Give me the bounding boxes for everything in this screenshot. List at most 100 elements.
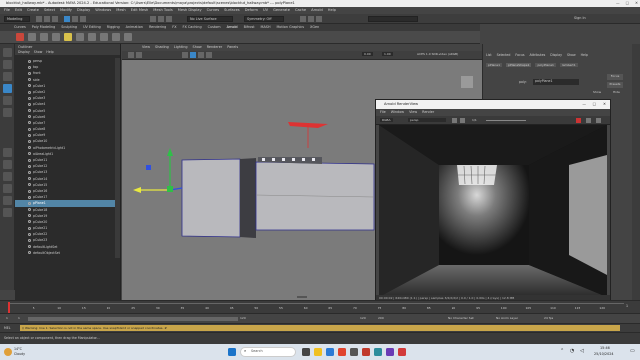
sign-in-link[interactable]: Sign In (574, 16, 586, 20)
notification-icon[interactable]: ▭ (630, 348, 635, 354)
photometric-light-icon[interactable] (52, 33, 60, 41)
single-layout-icon[interactable] (3, 148, 12, 157)
camera-select-icon[interactable] (128, 52, 134, 58)
outliner-layout-icon[interactable] (3, 184, 12, 193)
vp-menu-view[interactable]: View (142, 44, 150, 51)
outliner-menu-help[interactable]: Help (46, 50, 53, 54)
range-mid-field[interactable]: 120 (240, 316, 246, 320)
anim-layer-dropdown[interactable]: No Anim Layer (496, 316, 518, 320)
taskbar-time[interactable]: 15:46 (600, 346, 610, 350)
command-language[interactable]: MEL (4, 326, 11, 330)
node-search-field[interactable] (368, 16, 418, 22)
ae-menu-selected[interactable]: Selected (497, 53, 511, 57)
shelf-tab-mash[interactable]: MASH (261, 24, 271, 31)
camera-attr-icon[interactable] (136, 52, 142, 58)
ae-menu-display[interactable]: Display (550, 53, 562, 57)
textured-icon[interactable] (198, 52, 204, 58)
range-bar[interactable] (28, 317, 238, 321)
renderview-close[interactable]: ✕ (603, 100, 606, 109)
object-mode-icon[interactable] (72, 16, 78, 22)
colorspace-dropdown[interactable]: ACES 1.0 SDR-video (sRGB) (417, 52, 477, 56)
rv-menu-window[interactable]: Window (391, 109, 404, 116)
rv-exposure-slider[interactable] (486, 120, 526, 121)
speaker-icon[interactable]: ◁ (580, 348, 584, 354)
smooth-shade-icon[interactable] (190, 52, 196, 58)
outliner-toggle-icon[interactable] (3, 208, 12, 217)
rv-camera-dropdown[interactable]: persp (408, 117, 446, 122)
outliner-menu-display[interactable]: Display (18, 50, 30, 54)
menu-mesh-tools[interactable]: Mesh Tools (153, 7, 172, 14)
menu-help[interactable]: Help (328, 7, 336, 14)
rv-refresh-icon[interactable] (586, 118, 591, 123)
mesh-light-icon[interactable] (40, 33, 48, 41)
wireframe-icon[interactable] (182, 52, 188, 58)
menu-cache[interactable]: Cache (295, 7, 306, 14)
ae-menu-list[interactable]: List (486, 53, 492, 57)
lights-icon[interactable] (206, 52, 212, 58)
minimize-button[interactable]: — (616, 0, 620, 7)
maya-taskbar-icon[interactable] (374, 348, 382, 356)
rotate-tool-icon[interactable] (3, 96, 12, 105)
workspace-dropdown[interactable]: Modeling (4, 16, 30, 22)
select-mode-icon[interactable] (64, 16, 70, 22)
rv-settings-icon[interactable] (596, 118, 601, 123)
manip-plane-handle[interactable] (146, 165, 151, 170)
exposure-field[interactable]: 0.00 (362, 52, 373, 56)
edge-icon[interactable] (326, 348, 334, 356)
rv-snapshot-icon[interactable] (452, 118, 457, 123)
ae-focus-button[interactable]: Focus (607, 74, 623, 80)
component-mode-icon[interactable] (80, 16, 86, 22)
weather-desc[interactable]: Cloudy (14, 352, 25, 356)
windows-start-icon[interactable] (228, 348, 236, 356)
new-scene-icon[interactable] (36, 16, 42, 22)
rv-menu-view[interactable]: View (409, 109, 417, 116)
shelf-tab-fx[interactable]: FX (172, 24, 176, 31)
range-inner-start-field[interactable]: 1 (18, 316, 20, 320)
shelf-tab-poly-modeling[interactable]: Poly Modeling (32, 24, 55, 31)
paint-select-icon[interactable] (3, 72, 12, 81)
standin-icon[interactable] (112, 33, 120, 41)
menu-arnold[interactable]: Arnold (311, 7, 323, 14)
ae-hide-button[interactable]: Hide (613, 90, 620, 94)
menu-mesh-display[interactable]: Mesh Display (178, 7, 202, 14)
vp-menu-shading[interactable]: Shading (155, 44, 169, 51)
taskbar-date[interactable]: 25/10/2024 (594, 352, 614, 356)
outliner-item[interactable]: defaultObjectSet (15, 250, 120, 256)
symmetry-dropdown[interactable]: Symmetry: Off (244, 16, 284, 22)
chrome-icon[interactable] (338, 348, 346, 356)
physical-sky-icon[interactable] (76, 33, 84, 41)
graph-layout-icon[interactable] (3, 196, 12, 205)
menu-deform[interactable]: Deform (245, 7, 258, 14)
shelf-tab-xgen[interactable]: XGen (310, 24, 319, 31)
menu-uv[interactable]: UV (263, 7, 268, 14)
shelf-tab-animation[interactable]: Animation (126, 24, 143, 31)
outliner-scrollbar[interactable] (115, 58, 120, 258)
area-light-icon[interactable] (28, 33, 36, 41)
rv-crop-icon[interactable] (460, 118, 465, 123)
open-scene-icon[interactable] (44, 16, 50, 22)
shelf-tab-uv-editing[interactable]: UV Editing (83, 24, 101, 31)
shelf-tab-bifrost[interactable]: Bifrost (244, 24, 255, 31)
vp-menu-renderer[interactable]: Renderer (207, 44, 222, 51)
gamma-field[interactable]: 1.00 (382, 52, 393, 56)
task-view-icon[interactable] (302, 348, 310, 356)
vp-menu-lighting[interactable]: Lighting (174, 44, 188, 51)
ae-menu-focus[interactable]: Focus (515, 53, 524, 57)
shelf-tab-curves[interactable]: Curves (14, 24, 26, 31)
snap-point-icon[interactable] (166, 16, 172, 22)
lasso-tool-icon[interactable] (3, 60, 12, 69)
live-surface-field[interactable]: No Live Surface (187, 16, 233, 22)
range-end-a-field[interactable]: 120 (360, 316, 366, 320)
teams-icon[interactable] (386, 348, 394, 356)
rv-stop-icon[interactable] (576, 118, 581, 123)
renderview-minimize[interactable]: — (582, 100, 586, 109)
render-settings-icon[interactable] (316, 16, 322, 22)
shelf-tab-arnold[interactable]: Arnold (227, 24, 238, 31)
ae-tab-pplane1[interactable]: pPlane1 (486, 63, 503, 67)
render-icon[interactable] (300, 16, 306, 22)
menu-generate[interactable]: Generate (273, 7, 290, 14)
ae-tab-pplaneshape1[interactable]: pPlaneShape1 (506, 63, 532, 67)
weather-temp[interactable]: 14°C (14, 347, 22, 351)
four-layout-icon[interactable] (3, 160, 12, 169)
skydome-light-icon[interactable] (64, 33, 72, 41)
